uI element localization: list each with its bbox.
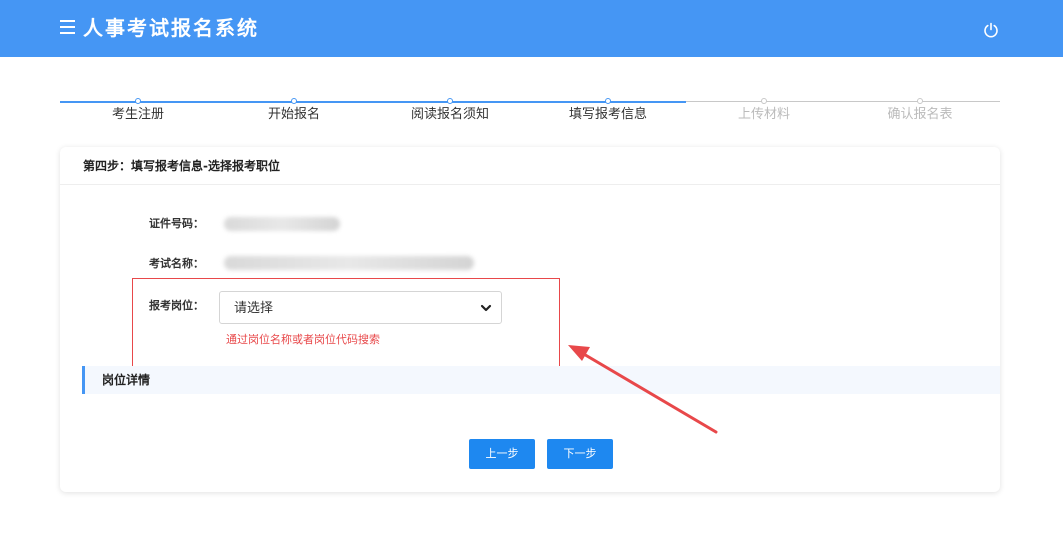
exam-name-value-redacted <box>224 256 474 270</box>
step-label: 上传材料 <box>737 107 790 122</box>
step-dot <box>291 98 297 104</box>
step-dot <box>761 98 767 104</box>
card-title: 第四步：填写报考信息-选择报考职位 <box>60 147 1000 185</box>
step-dot <box>605 98 611 104</box>
position-search-hint: 通过岗位名称或者岗位代码搜索 <box>226 333 380 346</box>
position-details-section: 岗位详情 <box>82 366 1000 394</box>
step-dot <box>917 98 923 104</box>
chevron-down-icon <box>480 304 492 312</box>
position-select-value: 请选择 <box>234 301 274 316</box>
menu-icon[interactable] <box>60 20 75 35</box>
next-step-button[interactable]: 下一步 <box>547 439 613 469</box>
id-number-value-redacted <box>224 217 340 231</box>
progress-line-complete <box>60 101 686 103</box>
progress-line-pending <box>686 101 1000 102</box>
exam-name-label: 考试名称： <box>149 257 204 270</box>
step-label: 考生注册 <box>111 107 164 122</box>
position-label: 报考岗位： <box>149 299 204 312</box>
progress-steps: 考生注册 开始报名 阅读报名须知 填写报考信息 上传材料 确认报名表 <box>60 90 1000 130</box>
app-title: 人事考试报名系统 <box>83 16 259 40</box>
step-label: 填写报考信息 <box>568 107 647 122</box>
section-title: 岗位详情 <box>102 373 151 387</box>
step-dot <box>135 98 141 104</box>
step-label: 阅读报名须知 <box>410 107 489 122</box>
step-label: 确认报名表 <box>887 107 953 122</box>
power-icon[interactable] <box>983 22 999 38</box>
previous-step-button[interactable]: 上一步 <box>469 439 535 469</box>
step-label: 开始报名 <box>267 107 320 122</box>
step-dot <box>447 98 453 104</box>
top-header: 人事考试报名系统 <box>0 0 1063 57</box>
id-number-label: 证件号码： <box>149 217 204 230</box>
position-select[interactable]: 请选择 <box>219 291 502 324</box>
